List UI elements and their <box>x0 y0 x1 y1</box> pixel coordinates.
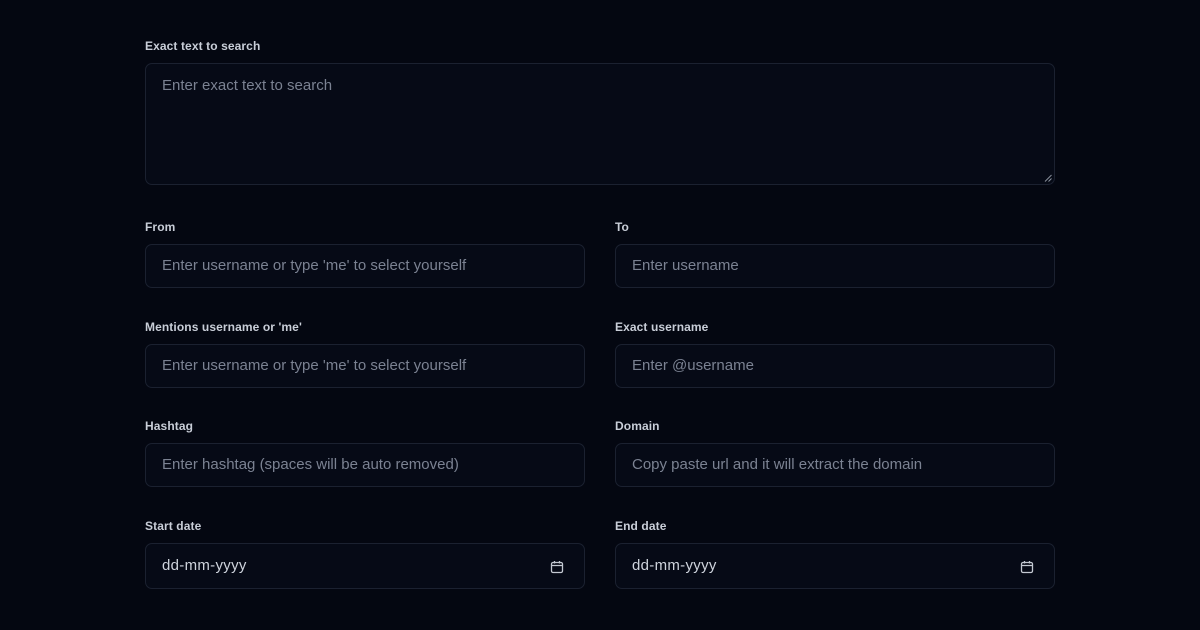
domain-input[interactable]: Copy paste url and it will extract the d… <box>615 443 1055 487</box>
exact-text-textarea[interactable]: Enter exact text to search <box>145 63 1055 185</box>
start-date-label: Start date <box>145 519 202 533</box>
domain-label: Domain <box>615 419 660 433</box>
hashtag-label: Hashtag <box>145 419 194 433</box>
mentions-label: Mentions username or 'me' <box>145 320 302 334</box>
mentions-placeholder: Enter username or type 'me' to select yo… <box>162 357 467 374</box>
from-label: From <box>145 220 176 234</box>
resize-grip-icon[interactable] <box>1044 174 1052 182</box>
domain-placeholder: Copy paste url and it will extract the d… <box>632 456 923 473</box>
exact-username-placeholder: Enter @username <box>632 357 754 374</box>
end-date-label: End date <box>615 519 667 533</box>
exact-text-label: Exact text to search <box>145 39 261 53</box>
calendar-icon[interactable] <box>1020 560 1034 574</box>
exact-username-input[interactable]: Enter @username <box>615 344 1055 388</box>
from-input[interactable]: Enter username or type 'me' to select yo… <box>145 244 585 288</box>
end-date-value: dd-mm-yyyy <box>632 557 717 574</box>
start-date-value: dd-mm-yyyy <box>162 557 247 574</box>
calendar-icon[interactable] <box>550 560 564 574</box>
exact-text-placeholder: Enter exact text to search <box>162 77 333 94</box>
mentions-input[interactable]: Enter username or type 'me' to select yo… <box>145 344 585 388</box>
end-date-input[interactable]: dd-mm-yyyy <box>615 543 1055 589</box>
hashtag-placeholder: Enter hashtag (spaces will be auto remov… <box>162 456 459 473</box>
from-placeholder: Enter username or type 'me' to select yo… <box>162 257 467 274</box>
hashtag-input[interactable]: Enter hashtag (spaces will be auto remov… <box>145 443 585 487</box>
to-input[interactable]: Enter username <box>615 244 1055 288</box>
exact-username-label: Exact username <box>615 320 709 334</box>
to-placeholder: Enter username <box>632 257 739 274</box>
to-label: To <box>615 220 629 234</box>
start-date-input[interactable]: dd-mm-yyyy <box>145 543 585 589</box>
